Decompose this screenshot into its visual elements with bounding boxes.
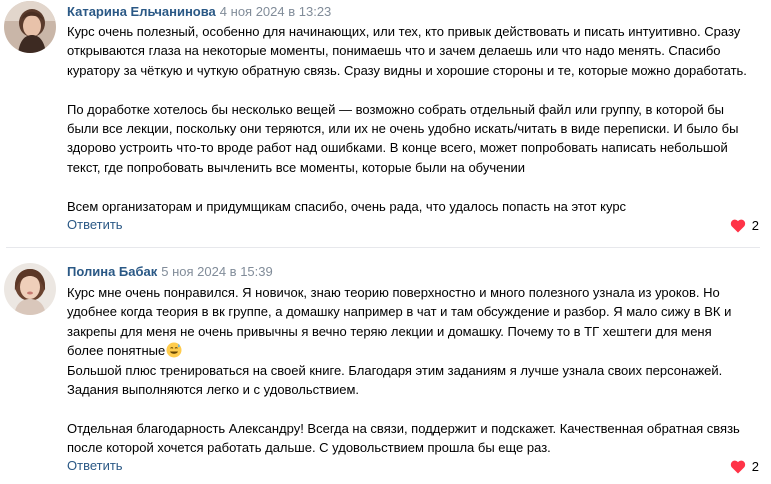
avatar[interactable] bbox=[4, 263, 56, 315]
comment: Катарина Ельчанинова 4 ноя 2024 в 13:23 К… bbox=[0, 0, 771, 244]
comment-line: Задания выполняются легко и с удовольств… bbox=[67, 382, 360, 398]
comment-header: Катарина Ельчанинова 4 ноя 2024 в 13:23 bbox=[67, 4, 331, 20]
comment-line: Всем организаторам и придумщикам спасибо… bbox=[67, 198, 627, 214]
comment-line: здорово устроить что-то вроде работ над … bbox=[67, 140, 728, 156]
comment-line: Большой плюс тренироваться на своей книг… bbox=[67, 362, 723, 378]
comment: Полина Бабак 5 ноя 2024 в 15:39 Курс мне … bbox=[0, 253, 771, 484]
like-count: 2 bbox=[751, 459, 759, 474]
comment-line: были все лекции, поскольку они теряются,… bbox=[67, 121, 739, 137]
comment-date[interactable]: 4 ноя 2024 в 13:23 bbox=[220, 4, 331, 19]
comment-line: после которой хочется работать дальше. С… bbox=[67, 440, 551, 456]
comment-line: По доработке хотелось бы несколько вещей… bbox=[67, 101, 724, 117]
avatar[interactable] bbox=[4, 1, 56, 53]
like-count: 2 bbox=[751, 218, 759, 233]
comment-line: Курс очень полезный, особенно для начина… bbox=[67, 24, 741, 39]
author-name[interactable]: Полина Бабак bbox=[67, 264, 157, 279]
reply-button[interactable]: Ответить bbox=[67, 217, 123, 233]
comment-line: более понятные bbox=[67, 343, 166, 359]
comment-line: удобнее когда теория в вк группе, а дома… bbox=[67, 304, 732, 320]
comment-text: Курс очень полезный, особенно для начина… bbox=[67, 22, 767, 216]
comments-page: Катарина Ельчанинова 4 ноя 2024 в 13:23 К… bbox=[0, 0, 771, 484]
comment-date[interactable]: 5 ноя 2024 в 15:39 bbox=[161, 264, 272, 279]
comment-line: куратору за чёткую и чуткую обратную свя… bbox=[67, 62, 747, 78]
heart-icon bbox=[730, 460, 745, 474]
comment-divider bbox=[6, 247, 760, 248]
like-button[interactable]: 2 bbox=[730, 459, 759, 475]
comment-line: Курс мне очень понравился. Я новичок, зн… bbox=[67, 285, 720, 300]
sweat-smile-emoji-icon bbox=[166, 342, 182, 358]
comment-text: Курс мне очень понравился. Я новичок, зн… bbox=[67, 283, 767, 458]
comment-line: открываются глаза на некоторые моменты, … bbox=[67, 43, 721, 59]
comment-header: Полина Бабак 5 ноя 2024 в 15:39 bbox=[67, 264, 273, 280]
comment-line-with-emoji: более понятные bbox=[67, 341, 767, 360]
author-name[interactable]: Катарина Ельчанинова bbox=[67, 4, 216, 19]
comment-line: текст, где попробовать вычленить все мом… bbox=[67, 159, 526, 175]
heart-icon bbox=[730, 219, 745, 233]
reply-button[interactable]: Ответить bbox=[67, 458, 123, 474]
like-button[interactable]: 2 bbox=[730, 218, 759, 234]
comment-line: закрепы для меня не очень привычны я веч… bbox=[67, 323, 712, 339]
comment-line: Отдельная благодарность Александру! Всег… bbox=[67, 420, 740, 436]
